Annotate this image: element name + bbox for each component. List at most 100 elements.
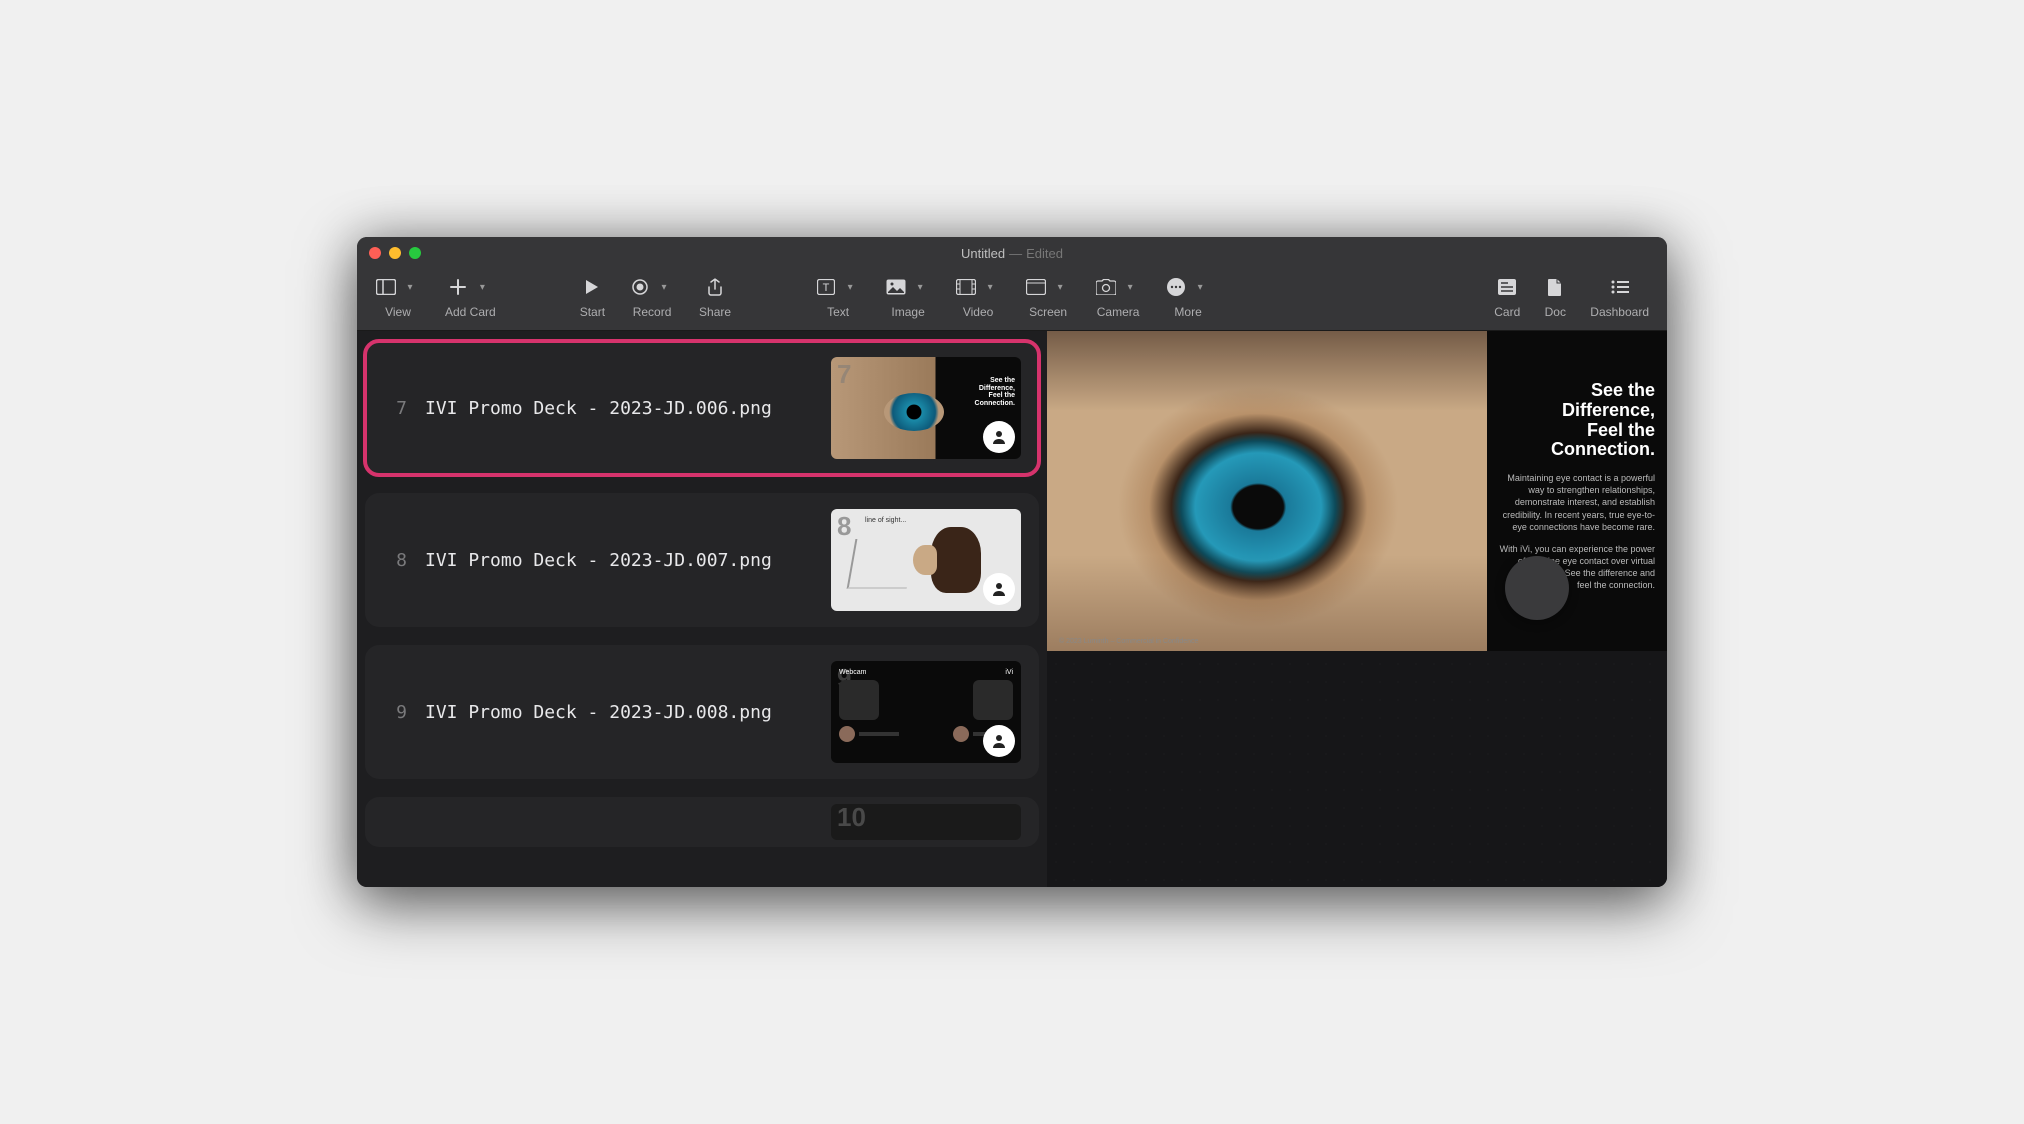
slide-footer: © 2023 Luminth – Commercial in Confidenc… <box>1059 638 1198 645</box>
view-button[interactable] <box>375 276 397 298</box>
doc-label: Doc <box>1545 305 1566 319</box>
add-card-label: Add Card <box>445 305 496 319</box>
card-title: IVI Promo Deck - 2023-JD.007.png <box>425 550 813 571</box>
video-group: ▾ Video <box>955 275 1001 319</box>
card-list[interactable]: 7 IVI Promo Deck - 2023-JD.006.png 7 See… <box>357 331 1047 887</box>
camera-button[interactable] <box>1095 276 1117 298</box>
image-button[interactable] <box>885 276 907 298</box>
add-card-dropdown[interactable]: ▾ <box>471 276 493 298</box>
text-group: T ▾ Text <box>815 275 861 319</box>
card-thumbnail: 10 <box>831 804 1021 840</box>
titlebar: Untitled — Edited <box>357 237 1667 269</box>
more-group: ▾ More <box>1165 275 1211 319</box>
share-group: Share <box>699 275 731 319</box>
text-dropdown[interactable]: ▾ <box>839 276 861 298</box>
avatar-icon <box>953 726 969 742</box>
record-button[interactable] <box>629 276 651 298</box>
face-icon <box>931 527 981 593</box>
document-title: Untitled <box>961 246 1005 261</box>
doc-group: Doc <box>1544 275 1566 319</box>
share-button[interactable] <box>704 276 726 298</box>
camera-label: Camera <box>1097 305 1140 319</box>
card-item-10[interactable]: 10 <box>365 797 1039 847</box>
card-label: Card <box>1494 305 1520 319</box>
record-label: Record <box>633 305 672 319</box>
slide-eye-image <box>1047 331 1487 651</box>
preview-canvas[interactable]: See the Difference, Feel the Connection.… <box>1047 331 1667 887</box>
card-group: Card <box>1494 275 1520 319</box>
add-card-group: ▾ Add Card <box>445 275 496 319</box>
app-window: Untitled — Edited ▾ View ▾ Add Card <box>357 237 1667 887</box>
card-title: IVI Promo Deck - 2023-JD.008.png <box>425 702 813 723</box>
thumb-number: 8 <box>837 511 851 542</box>
record-dropdown[interactable]: ▾ <box>653 276 675 298</box>
window-title: Untitled — Edited <box>961 246 1063 261</box>
svg-text:T: T <box>823 282 830 294</box>
recording-cursor-icon <box>1505 556 1569 620</box>
card-title: IVI Promo Deck - 2023-JD.006.png <box>425 398 813 419</box>
video-label: Video <box>963 305 993 319</box>
image-dropdown[interactable]: ▾ <box>909 276 931 298</box>
share-label: Share <box>699 305 731 319</box>
thumb-left-label: Webcam <box>839 669 930 676</box>
dashboard-group: Dashboard <box>1590 275 1649 319</box>
card-index: 8 <box>383 550 407 571</box>
screen-dropdown[interactable]: ▾ <box>1049 276 1071 298</box>
thumb-number: 7 <box>837 359 851 390</box>
screen-button[interactable] <box>1025 276 1047 298</box>
person-icon <box>983 421 1015 453</box>
view-label: View <box>385 305 411 319</box>
title-separator: — <box>1009 246 1022 261</box>
view-dropdown[interactable]: ▾ <box>399 276 421 298</box>
card-index: 9 <box>383 702 407 723</box>
thumb-right-label: iVi <box>922 669 1013 676</box>
minimize-window-button[interactable] <box>389 247 401 259</box>
screen-label: Screen <box>1029 305 1067 319</box>
slide-heading: See the Difference, Feel the Connection. <box>1499 381 1655 460</box>
thumb-number: 10 <box>837 804 866 833</box>
zoom-window-button[interactable] <box>409 247 421 259</box>
avatar-icon <box>839 726 855 742</box>
card-thumbnail: 8 line of sight... <box>831 509 1021 611</box>
view-group: ▾ View <box>375 275 421 319</box>
start-group: Start <box>580 275 605 319</box>
record-group: ▾ Record <box>629 275 675 319</box>
thumb-line: line of sight... <box>865 517 906 524</box>
screen-group: ▾ Screen <box>1025 275 1071 319</box>
dashboard-button[interactable] <box>1609 276 1631 298</box>
more-label: More <box>1174 305 1201 319</box>
card-button[interactable] <box>1496 276 1518 298</box>
image-group: ▾ Image <box>885 275 931 319</box>
image-label: Image <box>891 305 924 319</box>
more-button[interactable] <box>1165 276 1187 298</box>
person-icon <box>983 725 1015 757</box>
content-area: 7 IVI Promo Deck - 2023-JD.006.png 7 See… <box>357 331 1667 887</box>
silhouette-icon <box>973 680 1013 720</box>
eye-icon <box>884 393 944 431</box>
text-button[interactable]: T <box>815 276 837 298</box>
thumb-left-col: Webcam <box>839 669 930 742</box>
document-status: Edited <box>1026 246 1063 261</box>
slide-paragraph-1: Maintaining eye contact is a powerful wa… <box>1499 472 1655 533</box>
card-item-9[interactable]: 9 IVI Promo Deck - 2023-JD.008.png 9 Web… <box>365 645 1039 779</box>
silhouette-icon <box>839 680 879 720</box>
dashboard-label: Dashboard <box>1590 305 1649 319</box>
toolbar: ▾ View ▾ Add Card Start <box>357 269 1667 331</box>
start-label: Start <box>580 305 605 319</box>
video-dropdown[interactable]: ▾ <box>979 276 1001 298</box>
lamp-icon <box>847 539 916 589</box>
doc-button[interactable] <box>1544 276 1566 298</box>
close-window-button[interactable] <box>369 247 381 259</box>
card-item-8[interactable]: 8 IVI Promo Deck - 2023-JD.007.png 8 lin… <box>365 493 1039 627</box>
thumb-heading: See theDifference,Feel theConnection. <box>955 377 1015 408</box>
camera-group: ▾ Camera <box>1095 275 1141 319</box>
person-icon <box>983 573 1015 605</box>
card-item-7[interactable]: 7 IVI Promo Deck - 2023-JD.006.png 7 See… <box>365 341 1039 475</box>
add-card-button[interactable] <box>447 276 469 298</box>
card-thumbnail: 9 Webcam iVi <box>831 661 1021 763</box>
traffic-lights <box>369 247 421 259</box>
video-button[interactable] <box>955 276 977 298</box>
more-dropdown[interactable]: ▾ <box>1189 276 1211 298</box>
camera-dropdown[interactable]: ▾ <box>1119 276 1141 298</box>
start-button[interactable] <box>581 276 603 298</box>
